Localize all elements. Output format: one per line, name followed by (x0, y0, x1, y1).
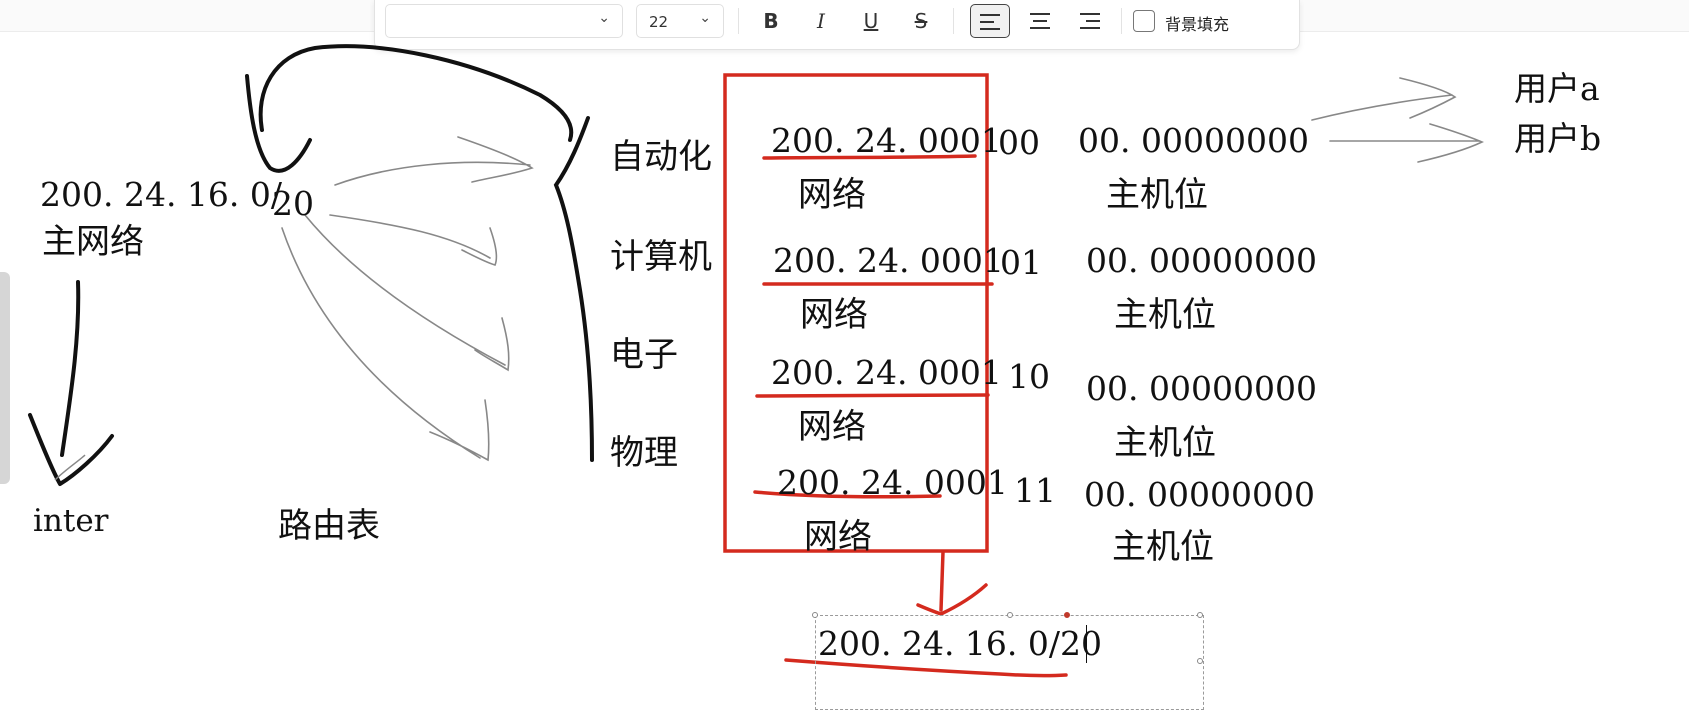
subnet-network: 200. 24. 0001 (777, 463, 1008, 502)
department-label: 电子 (610, 335, 678, 375)
network-label: 网络 (798, 407, 866, 447)
main-network-label: 主网络 (42, 222, 144, 262)
subnet-host: 00. 00000000 (1086, 241, 1317, 280)
black-down-arrow-stroke (28, 280, 114, 486)
user-label: 用户b (1514, 119, 1602, 158)
subnet-network: 200. 24. 0001 (771, 121, 1002, 160)
inter-label: inter (33, 503, 109, 539)
red-underline-3 (755, 393, 990, 398)
department-label: 计算机 (610, 237, 712, 277)
subnet-bits: 10 (1008, 357, 1050, 396)
pencil-arrow-user-a (1311, 77, 1457, 121)
pencil-arrow-2 (329, 214, 498, 266)
selected-text[interactable]: 200. 24. 16. 0/20 (818, 627, 1102, 660)
resize-handle[interactable] (812, 612, 818, 618)
pencil-arrow-user-b (1329, 123, 1484, 163)
department-label: 物理 (610, 433, 678, 473)
host-bits-label: 主机位 (1106, 175, 1208, 215)
host-bits-label: 主机位 (1114, 423, 1216, 463)
black-curve-stroke (245, 44, 574, 173)
text-caret (1086, 625, 1087, 663)
prefix-length: 20 (272, 184, 314, 223)
subnet-network: 200. 24. 0001 (773, 241, 1004, 280)
subnet-bits: 00 (998, 123, 1040, 162)
subnet-network: 200. 24. 0001 (771, 353, 1002, 392)
resize-handle[interactable] (1197, 612, 1203, 618)
user-label: 用户a (1514, 69, 1600, 108)
routing-table-label: 路由表 (278, 506, 380, 546)
network-label: 网络 (800, 295, 868, 335)
subnet-host: 00. 00000000 (1086, 369, 1317, 408)
pencil-arrow-1 (334, 136, 534, 186)
department-label: 自动化 (610, 137, 712, 177)
resize-handle[interactable] (1197, 658, 1203, 664)
pencil-arrow-3 (304, 214, 510, 372)
rotate-handle[interactable] (1064, 612, 1070, 618)
subnet-bits: 01 (1000, 243, 1042, 282)
network-label: 网络 (798, 175, 866, 215)
subnet-host: 00. 00000000 (1078, 121, 1309, 160)
resize-handle[interactable] (1007, 612, 1013, 618)
subnet-host: 00. 00000000 (1084, 475, 1315, 514)
pencil-arrow-4 (281, 227, 490, 462)
subnet-bits: 11 (1014, 471, 1056, 510)
host-bits-label: 主机位 (1112, 527, 1214, 567)
black-bracket-stroke (553, 116, 594, 462)
network-label: 网络 (804, 517, 872, 557)
host-bits-label: 主机位 (1114, 295, 1216, 335)
main-network-ip: 200. 24. 16. 0/ (40, 175, 283, 214)
red-down-arrow-stroke (916, 550, 988, 616)
